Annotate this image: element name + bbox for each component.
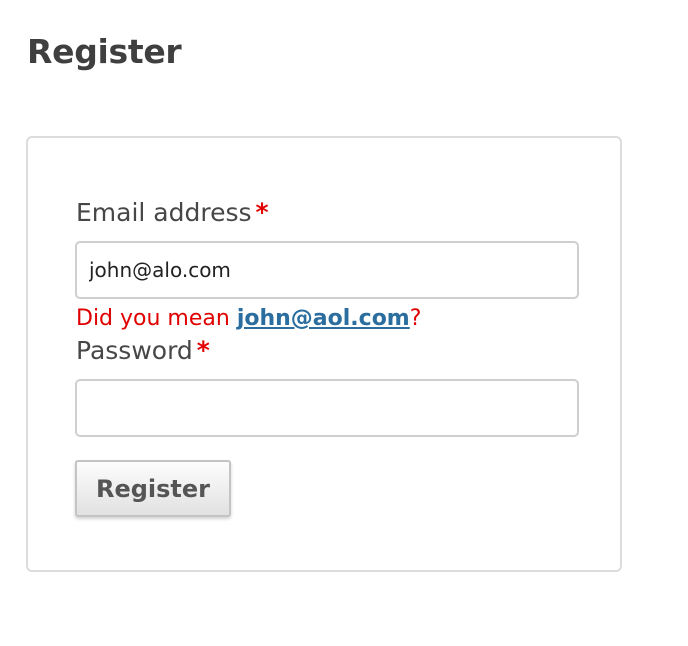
suggestion-prefix: Did you mean <box>76 306 237 331</box>
password-required-mark: * <box>196 336 210 365</box>
email-required-mark: * <box>255 198 269 227</box>
suggestion-suffix: ? <box>409 306 422 331</box>
password-field[interactable] <box>75 379 579 437</box>
email-label: Email address * <box>76 196 269 230</box>
page-title: Register <box>27 32 182 71</box>
email-suggestion: Did you mean john@aol.com? <box>76 304 421 334</box>
register-form: Email address* Did you mean john@aol.com… <box>26 136 622 572</box>
email-field[interactable] <box>75 241 579 299</box>
register-button[interactable]: Register <box>75 460 231 517</box>
email-label-text: Email address <box>76 198 252 227</box>
password-label: Password * <box>76 334 210 368</box>
suggested-email-link[interactable]: john@aol.com <box>237 306 410 331</box>
password-label-text: Password <box>76 336 193 365</box>
